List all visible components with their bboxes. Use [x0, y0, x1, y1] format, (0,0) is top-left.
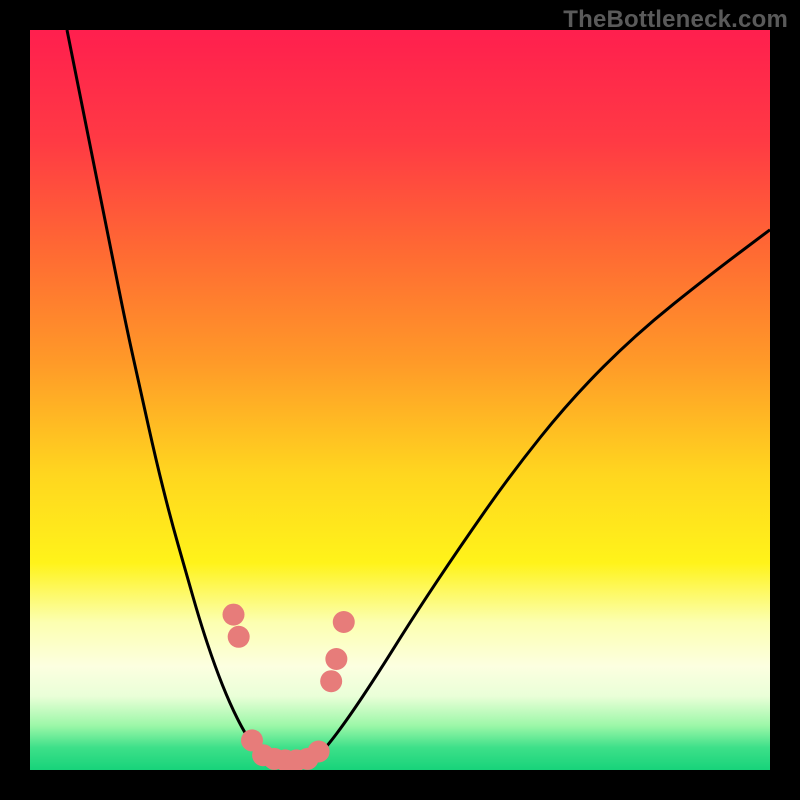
- bottleneck-chart: [0, 0, 800, 800]
- marker-dot: [228, 626, 250, 648]
- marker-dot: [333, 611, 355, 633]
- marker-dot: [223, 604, 245, 626]
- marker-dot: [308, 741, 330, 763]
- marker-dot: [325, 648, 347, 670]
- gradient-background: [30, 30, 770, 770]
- chart-frame: TheBottleneck.com: [0, 0, 800, 800]
- attribution-text: TheBottleneck.com: [563, 6, 788, 34]
- marker-dot: [320, 670, 342, 692]
